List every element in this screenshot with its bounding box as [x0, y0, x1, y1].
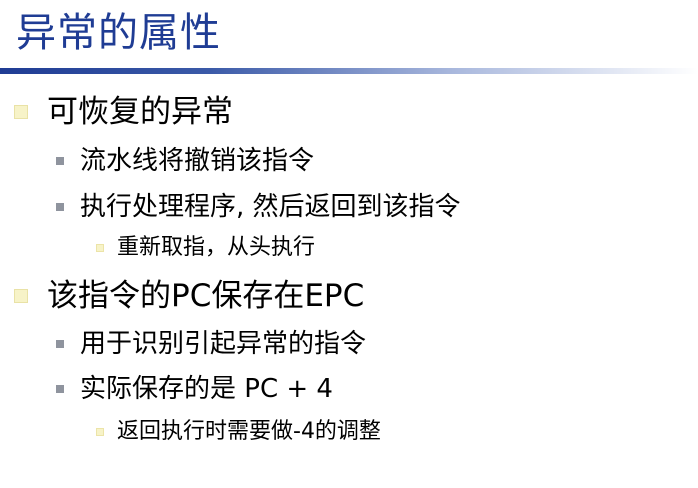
- bullet-text: 流水线将撤销该指令: [80, 146, 315, 176]
- bullet-marker-icon: [14, 105, 28, 119]
- bullet-item: 重新取指，从头执行: [96, 233, 315, 263]
- bullet-text: 实际保存的是 PC + 4: [80, 374, 333, 404]
- bullet-marker-icon: [56, 340, 64, 348]
- bullet-item: 返回执行时需要做-4的调整: [96, 417, 381, 447]
- bullet-item: 实际保存的是 PC + 4: [56, 371, 333, 407]
- bullet-item: 执行处理程序, 然后返回到该指令: [56, 189, 461, 225]
- bullet-text: 该指令的PC保存在EPC: [47, 278, 365, 314]
- bullet-item: 流水线将撤销该指令: [56, 143, 314, 179]
- bullet-text: 用于识别引起异常的指令: [80, 329, 367, 359]
- bullet-marker-icon: [96, 244, 104, 252]
- bullet-text: 执行处理程序, 然后返回到该指令: [80, 192, 461, 222]
- bullet-item: 可恢复的异常: [14, 92, 233, 132]
- bullet-item: 用于识别引起异常的指令: [56, 326, 366, 362]
- bullet-marker-icon: [14, 289, 28, 303]
- bullet-list: 可恢复的异常 流水线将撤销该指令 执行处理程序, 然后返回到该指令 重新取指，从…: [0, 0, 698, 488]
- bullet-text: 可恢复的异常: [47, 94, 233, 130]
- bullet-marker-icon: [56, 203, 64, 211]
- bullet-text: 重新取指，从头执行: [117, 235, 316, 260]
- bullet-item: 该指令的PC保存在EPC: [14, 276, 364, 316]
- bullet-marker-icon: [56, 157, 64, 165]
- bullet-text: 返回执行时需要做-4的调整: [117, 419, 381, 444]
- bullet-marker-icon: [96, 428, 104, 436]
- bullet-marker-icon: [56, 385, 64, 393]
